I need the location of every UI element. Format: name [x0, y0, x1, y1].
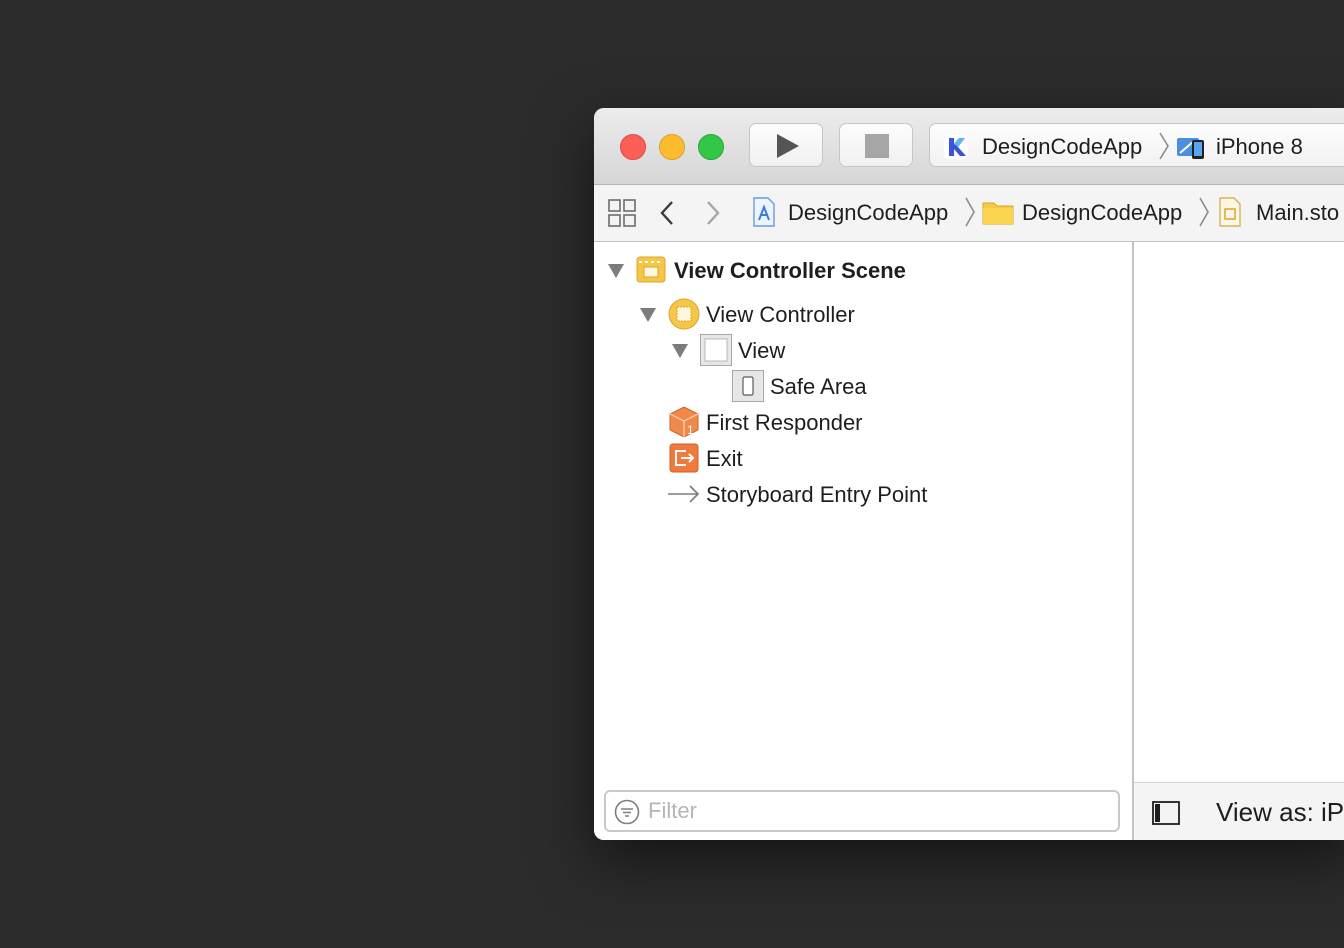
outline-row-exit[interactable]: Exit [640, 442, 1110, 474]
zoom-button[interactable] [698, 134, 724, 160]
outline-label: Safe Area [770, 374, 867, 399]
outline-label: Storyboard Entry Point [706, 482, 928, 507]
storyboard-canvas[interactable] [1134, 242, 1344, 782]
run-button[interactable] [749, 123, 823, 167]
scene-icon [636, 256, 666, 283]
stop-icon [865, 134, 889, 158]
breadcrumb-file[interactable]: Main.sto [1256, 200, 1339, 226]
view-controller-icon [668, 298, 700, 330]
scheme-selector[interactable]: DesignCodeApp iPhone 8 [929, 123, 1344, 167]
outline-label: View Controller [706, 302, 855, 327]
folder-icon [982, 202, 1014, 225]
outline-row-scene[interactable]: View Controller Scene [608, 254, 1108, 286]
first-responder-icon: 1 [669, 406, 699, 438]
breadcrumb-folder[interactable]: DesignCodeApp [1022, 200, 1182, 226]
outline-label: Exit [706, 446, 743, 471]
filter-field[interactable] [604, 790, 1120, 832]
scheme-device-label: iPhone 8 [1216, 134, 1303, 159]
device-icon [1177, 138, 1204, 159]
safe-area-icon [732, 370, 764, 402]
arrow-right-icon [668, 485, 700, 503]
exit-icon [669, 443, 699, 473]
chevron-right-icon [1199, 197, 1209, 227]
breadcrumb-project[interactable]: DesignCodeApp [788, 200, 948, 226]
stop-button[interactable] [839, 123, 913, 167]
minimize-button[interactable] [659, 134, 685, 160]
app-icon [944, 135, 968, 159]
xcode-window: DesignCodeApp iPhone 8 DesignCodeApp Des… [594, 108, 1344, 840]
outline-row-first-responder[interactable]: 1 First Responder [640, 406, 1110, 438]
chevron-right-icon [1159, 132, 1169, 160]
jump-bar: DesignCodeApp DesignCodeApp Main.sto [594, 185, 1344, 242]
svg-text:1: 1 [687, 423, 694, 437]
outline-row-entry-point[interactable]: Storyboard Entry Point [640, 478, 1110, 510]
outline-label: First Responder [706, 410, 863, 435]
disclosure-triangle-icon[interactable] [608, 264, 624, 278]
forward-icon[interactable] [704, 199, 722, 227]
outline-label: View Controller Scene [674, 258, 906, 283]
disclosure-triangle-icon[interactable] [672, 344, 688, 358]
chevron-right-icon [965, 197, 975, 227]
related-items-icon[interactable] [608, 199, 636, 227]
close-button[interactable] [620, 134, 646, 160]
outline-row-view[interactable]: View [672, 334, 1112, 366]
title-bar: DesignCodeApp iPhone 8 [594, 108, 1344, 185]
sidebar-toggle-icon[interactable] [1152, 801, 1180, 825]
canvas-bottom-bar: View as: iP [1134, 782, 1344, 840]
play-icon [777, 134, 799, 158]
filter-input[interactable] [648, 798, 1108, 824]
document-outline: View Controller Scene View Controller Vi… [594, 242, 1134, 840]
back-icon[interactable] [658, 199, 676, 227]
outline-row-safe-area[interactable]: Safe Area [704, 370, 1114, 402]
disclosure-triangle-icon[interactable] [640, 308, 656, 322]
outline-row-view-controller[interactable]: View Controller [640, 298, 1110, 330]
project-file-icon [753, 197, 775, 227]
storyboard-file-icon [1219, 197, 1241, 227]
view-as-label[interactable]: View as: iP [1216, 797, 1344, 828]
view-icon [700, 334, 732, 366]
filter-icon [614, 799, 640, 825]
scheme-app-label: DesignCodeApp [982, 134, 1143, 159]
outline-label: View [738, 338, 786, 363]
